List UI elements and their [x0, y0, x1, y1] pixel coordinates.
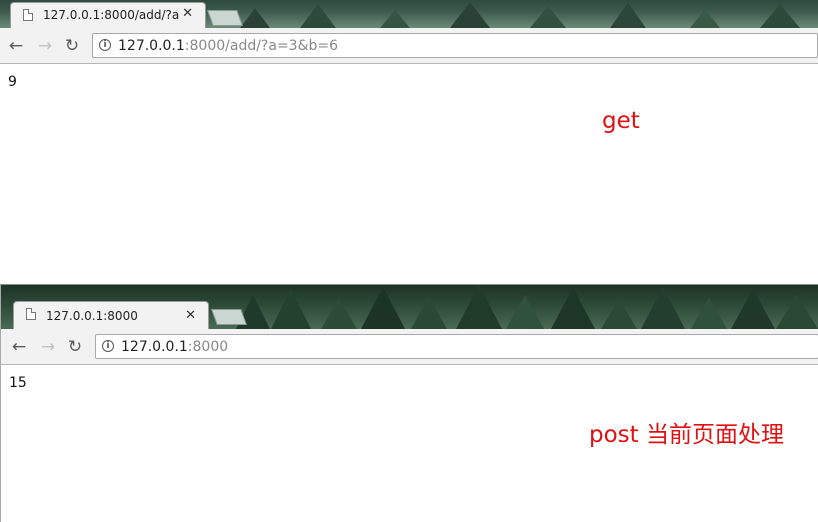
back-arrow-icon[interactable]: ← — [6, 36, 26, 56]
toolbar: ← → ↻ i 127.0.0.1:8000 — [1, 329, 818, 365]
page-icon — [26, 308, 36, 320]
browser-window-get: 127.0.0.1:8000/add/?a= ✕ ← → ↻ i 127.0.0… — [0, 0, 818, 284]
tab-active[interactable]: 127.0.0.1:8000 ✕ — [13, 301, 209, 329]
forward-arrow-icon[interactable]: → — [35, 36, 55, 56]
tab-active[interactable]: 127.0.0.1:8000/add/?a= ✕ — [10, 2, 206, 28]
address-bar[interactable]: i 127.0.0.1:8000 — [95, 334, 818, 359]
browser-window-post: 127.0.0.1:8000 ✕ ← → ↻ i 127.0.0.1:8000 … — [0, 285, 818, 522]
new-tab-button[interactable] — [211, 309, 247, 325]
info-icon[interactable]: i — [102, 340, 114, 352]
url-host: 127.0.0.1 — [121, 339, 188, 355]
reload-icon[interactable]: ↻ — [65, 337, 85, 357]
result-text: 15 — [9, 375, 27, 391]
result-text: 9 — [8, 74, 17, 90]
new-tab-button[interactable] — [207, 10, 243, 26]
url-host: 127.0.0.1 — [118, 38, 185, 54]
url-text[interactable]: 127.0.0.1:8000/add/?a=3&b=6 — [118, 38, 338, 54]
reload-icon[interactable]: ↻ — [62, 36, 82, 56]
url-path: :8000 — [187, 339, 229, 355]
page-icon — [23, 9, 33, 21]
close-tab-icon[interactable]: ✕ — [185, 308, 196, 323]
url-text[interactable]: 127.0.0.1:8000 — [121, 339, 228, 355]
tab-strip: 127.0.0.1:8000/add/?a= ✕ — [0, 0, 818, 28]
forward-arrow-icon[interactable]: → — [38, 337, 58, 357]
tab-strip: 127.0.0.1:8000 ✕ — [1, 285, 818, 329]
back-arrow-icon[interactable]: ← — [9, 337, 29, 357]
annotation-label: post 当前页面处理 — [589, 422, 784, 448]
page-content: 9 get — [0, 64, 818, 284]
url-path: :8000/add/?a=3&b=6 — [184, 38, 339, 54]
toolbar: ← → ↻ i 127.0.0.1:8000/add/?a=3&b=6 — [0, 28, 818, 64]
close-tab-icon[interactable]: ✕ — [182, 6, 193, 21]
annotation-label: get — [602, 108, 640, 134]
info-icon[interactable]: i — [99, 39, 111, 51]
tab-title: 127.0.0.1:8000/add/?a= — [43, 8, 179, 22]
page-content: 15 post 当前页面处理 — [1, 365, 818, 522]
address-bar[interactable]: i 127.0.0.1:8000/add/?a=3&b=6 — [92, 33, 818, 58]
tab-title: 127.0.0.1:8000 — [46, 309, 138, 323]
